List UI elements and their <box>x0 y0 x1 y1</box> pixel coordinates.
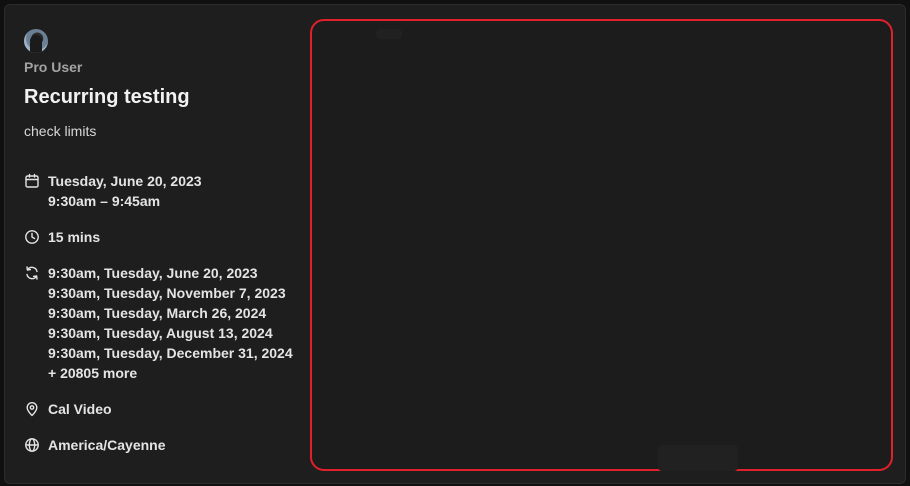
booking-form-panel <box>310 19 893 471</box>
more-occurrences: + 20805 more <box>48 365 138 381</box>
event-location-row: Cal Video <box>24 399 314 419</box>
globe-icon <box>24 437 40 453</box>
occurrence-item: 9:30am, Tuesday, June 20, 2023 <box>48 265 258 281</box>
clock-icon <box>24 229 40 245</box>
event-date-row: Tuesday, June 20, 2023 9:30am – 9:45am <box>24 171 314 211</box>
refresh-icon <box>24 265 40 281</box>
form-placeholder <box>658 445 738 471</box>
event-duration-row: 15 mins <box>24 227 314 247</box>
event-timezone: America/Cayenne <box>48 437 166 453</box>
calendar-icon <box>24 173 40 189</box>
event-date: Tuesday, June 20, 2023 <box>48 173 202 189</box>
form-placeholder <box>376 29 402 39</box>
event-description: check limits <box>24 123 97 139</box>
event-title: Recurring testing <box>24 86 190 108</box>
occurrence-item: 9:30am, Tuesday, August 13, 2024 <box>48 325 273 341</box>
occurrence-item: 9:30am, Tuesday, November 7, 2023 <box>48 285 286 301</box>
avatar <box>24 29 48 53</box>
event-summary-panel: Pro User Recurring testing check limits … <box>24 29 314 455</box>
recurrence-list: 9:30am, Tuesday, June 20, 2023 9:30am, T… <box>48 263 293 383</box>
event-time-range: 9:30am – 9:45am <box>48 193 161 209</box>
event-recurrence-row: 9:30am, Tuesday, June 20, 2023 9:30am, T… <box>24 263 314 383</box>
event-duration: 15 mins <box>48 229 101 245</box>
event-location: Cal Video <box>48 401 112 417</box>
event-timezone-row: America/Cayenne <box>24 435 314 455</box>
organizer-name: Pro User <box>24 59 83 75</box>
event-details: Tuesday, June 20, 2023 9:30am – 9:45am 1… <box>24 171 314 455</box>
booking-card: Pro User Recurring testing check limits … <box>4 4 906 484</box>
map-pin-icon <box>24 401 40 417</box>
occurrence-item: 9:30am, Tuesday, December 31, 2024 <box>48 345 293 361</box>
occurrence-item: 9:30am, Tuesday, March 26, 2024 <box>48 305 267 321</box>
